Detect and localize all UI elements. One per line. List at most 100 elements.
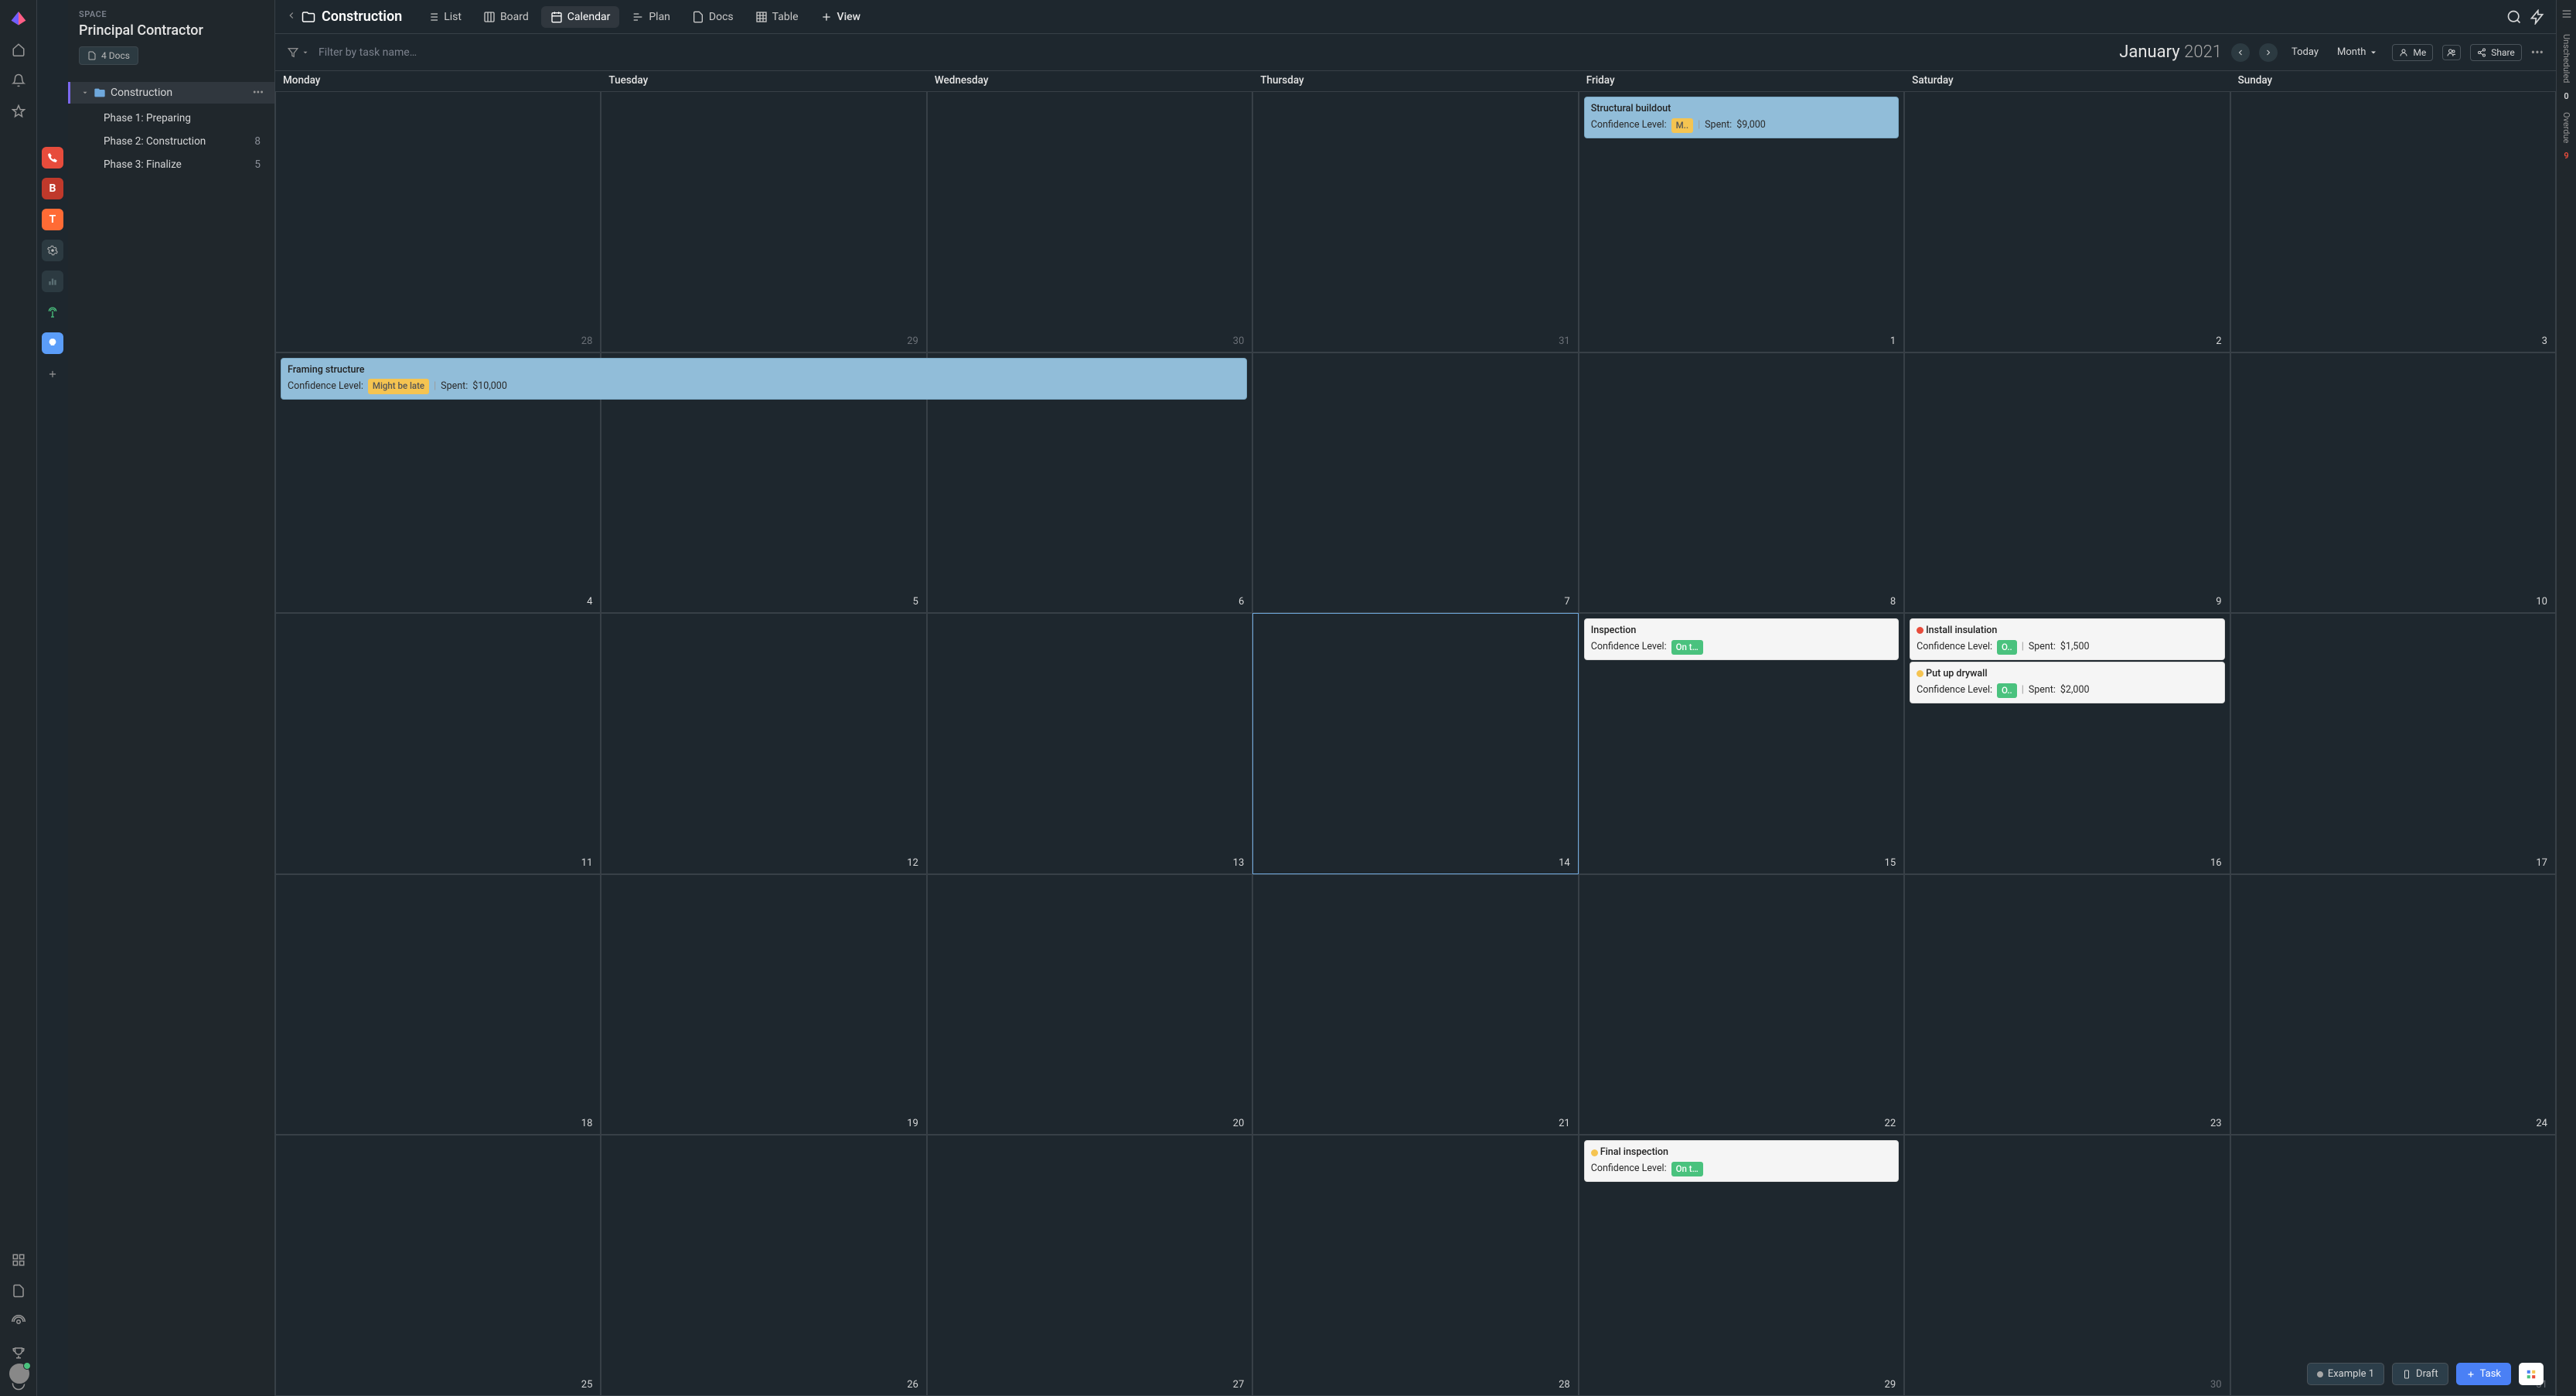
rail-toggle-icon[interactable] — [2561, 8, 2573, 23]
calendar-cell[interactable]: 31 — [1252, 91, 1578, 352]
tab-label: Table — [772, 11, 799, 23]
calendar-cell[interactable]: 20 — [927, 874, 1252, 1136]
calendar-cell[interactable]: 3 — [2230, 91, 2556, 352]
calendar-event[interactable]: InspectionConfidence Level:On t… — [1584, 618, 1899, 660]
app-logo-icon[interactable] — [8, 6, 29, 28]
next-month-button[interactable] — [2259, 43, 2278, 62]
calendar-cell[interactable]: 23 — [1904, 874, 2230, 1136]
confidence-label: Confidence Level: — [1917, 683, 1992, 698]
calendar-cell[interactable]: 15InspectionConfidence Level:On t… — [1579, 613, 1904, 874]
bell-icon[interactable] — [6, 68, 31, 93]
bolt-icon[interactable] — [2530, 9, 2545, 25]
calendar-event[interactable]: Put up drywallConfidence Level:O..|Spent… — [1910, 662, 2224, 703]
calendar-event[interactable]: Install insulationConfidence Level:O..|S… — [1910, 618, 2224, 660]
calendar-cell[interactable]: 30 — [927, 91, 1252, 352]
pin-antenna-icon[interactable] — [42, 301, 63, 323]
search-icon[interactable] — [2506, 9, 2522, 25]
tree-root-construction[interactable]: Construction ••• — [68, 82, 274, 104]
calendar-cell[interactable]: 1Structural buildoutConfidence Level:M..… — [1579, 91, 1904, 352]
unscheduled-label[interactable]: Unscheduled — [2561, 34, 2571, 83]
calendar-cell[interactable]: 30 — [1904, 1135, 2230, 1396]
assignees-pill[interactable] — [2442, 45, 2461, 60]
calendar-cell[interactable]: 16Install insulationConfidence Level:O..… — [1904, 613, 2230, 874]
pin-b[interactable]: B — [42, 178, 63, 199]
pulse-icon[interactable] — [6, 1309, 31, 1334]
chevron-down-icon — [2369, 48, 2378, 57]
share-button[interactable]: Share — [2470, 44, 2522, 61]
calendar-event[interactable]: Framing structureConfidence Level:Might … — [281, 358, 1247, 400]
pin-gear-icon[interactable] — [42, 240, 63, 261]
pin-light-icon[interactable] — [42, 332, 63, 354]
pin-add-icon[interactable] — [42, 363, 63, 385]
calendar-cell[interactable]: 13 — [927, 613, 1252, 874]
tab-calendar[interactable]: Calendar — [541, 6, 620, 28]
pin-t[interactable]: T — [42, 209, 63, 230]
apps-button[interactable] — [2519, 1363, 2544, 1385]
tree-item-phase3[interactable]: Phase 3: Finalize5 — [68, 156, 274, 173]
filter-button[interactable] — [288, 47, 309, 58]
day-header: Saturday — [1904, 71, 2230, 91]
calendar-cell[interactable]: 17 — [2230, 613, 2556, 874]
day-number: 4 — [587, 596, 592, 608]
calendar-cell[interactable]: 27 — [927, 1135, 1252, 1396]
phone-icon — [2402, 1370, 2411, 1379]
prev-month-button[interactable] — [2231, 43, 2250, 62]
calendar-cell[interactable]: 31 — [2230, 1135, 2556, 1396]
calendar-cell[interactable]: 28 — [1252, 1135, 1578, 1396]
calendar-cell[interactable]: 18 — [275, 874, 601, 1136]
tree-item-menu-icon[interactable]: ••• — [253, 87, 264, 99]
calendar-cell[interactable]: 26 — [601, 1135, 926, 1396]
calendar-cell[interactable]: 7 — [1252, 352, 1578, 614]
calendar-cell[interactable]: 29Final inspectionConfidence Level:On t… — [1579, 1135, 1904, 1396]
calendar-cell[interactable]: 9 — [1904, 352, 2230, 614]
tab-list[interactable]: List — [417, 6, 471, 28]
calendar-cell[interactable]: 28 — [275, 91, 601, 352]
calendar-cell[interactable]: 24 — [2230, 874, 2556, 1136]
calendar-cell[interactable]: 12 — [601, 613, 926, 874]
calendar-cell[interactable]: 11 — [275, 613, 601, 874]
user-avatar[interactable] — [8, 1362, 31, 1385]
calendar-cell[interactable]: 8 — [1579, 352, 1904, 614]
docs-pill[interactable]: 4 Docs — [79, 46, 138, 65]
topbar: Construction List Board Calendar Plan Do… — [275, 0, 2556, 34]
pin-chart-icon[interactable] — [42, 271, 63, 292]
calendar-cell[interactable]: 21 — [1252, 874, 1578, 1136]
overdue-label[interactable]: Overdue — [2561, 112, 2571, 143]
spent-value: $1,500 — [2060, 640, 2090, 655]
day-number: 30 — [2210, 1379, 2222, 1391]
new-task-button[interactable]: Task — [2456, 1363, 2511, 1385]
tree-item-phase1[interactable]: Phase 1: Preparing — [68, 110, 274, 127]
calendar-cell[interactable]: 19 — [601, 874, 926, 1136]
calendar-event[interactable]: Final inspectionConfidence Level:On t… — [1584, 1140, 1899, 1182]
tab-plan[interactable]: Plan — [622, 6, 680, 28]
calendar-cell[interactable]: 22 — [1579, 874, 1904, 1136]
calendar-cell[interactable]: 14 — [1252, 613, 1578, 874]
draft-chip[interactable]: Draft — [2392, 1363, 2448, 1385]
spent-value: $9,000 — [1736, 118, 1766, 133]
tab-docs[interactable]: Docs — [683, 6, 743, 28]
tab-board[interactable]: Board — [474, 6, 538, 28]
calendar-cell[interactable]: 2 — [1904, 91, 2230, 352]
pin-phone-icon[interactable] — [42, 147, 63, 169]
confidence-badge: M.. — [1671, 118, 1693, 133]
calendar-event[interactable]: Structural buildoutConfidence Level:M..|… — [1584, 97, 1899, 138]
example-chip[interactable]: Example 1 — [2307, 1363, 2384, 1385]
collapse-sidebar-icon[interactable] — [286, 9, 297, 24]
tree-item-phase2[interactable]: Phase 2: Construction8 — [68, 133, 274, 150]
calendar-cell[interactable]: 10 — [2230, 352, 2556, 614]
breadcrumb[interactable]: Construction — [302, 9, 402, 25]
add-view-button[interactable]: View — [811, 6, 871, 28]
range-selector[interactable]: Month — [2332, 43, 2383, 61]
me-filter-pill[interactable]: Me — [2392, 44, 2433, 61]
star-icon[interactable] — [6, 99, 31, 124]
today-button[interactable]: Today — [2287, 43, 2323, 61]
doc-icon[interactable] — [6, 1279, 31, 1303]
more-menu-icon[interactable]: ••• — [2531, 45, 2544, 60]
calendar-cell[interactable]: 25 — [275, 1135, 601, 1396]
calendar-cell[interactable]: 4Framing structureConfidence Level:Might… — [275, 352, 601, 614]
dashboard-icon[interactable] — [6, 1248, 31, 1272]
calendar-cell[interactable]: 29 — [601, 91, 926, 352]
tab-table[interactable]: Table — [746, 6, 808, 28]
task-filter-input[interactable] — [319, 46, 489, 59]
home-icon[interactable] — [6, 37, 31, 62]
